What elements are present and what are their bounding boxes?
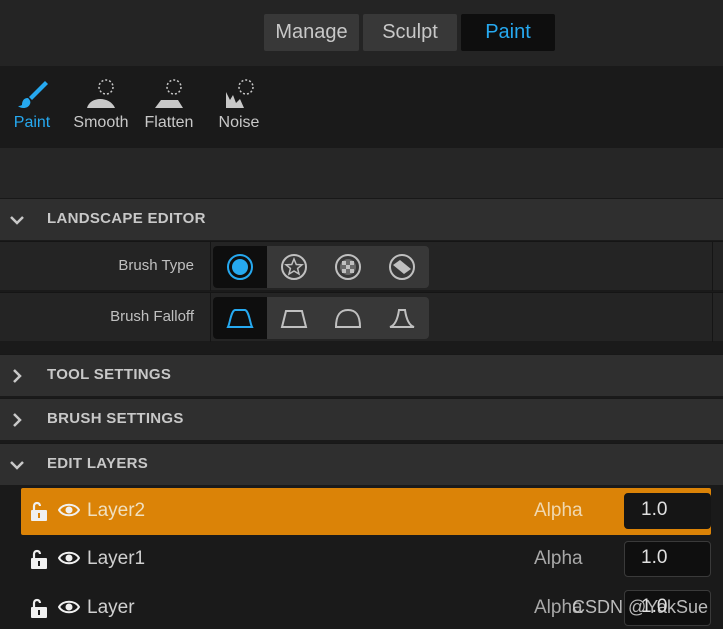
smooth-icon: [87, 79, 115, 108]
tool-smooth[interactable]: Smooth: [66, 78, 136, 140]
section-edit-layers[interactable]: EDIT LAYERS: [0, 443, 723, 485]
tool-label: Paint: [13, 114, 51, 131]
section-tool-settings[interactable]: TOOL SETTINGS: [0, 354, 723, 396]
layer-name: Layer1: [87, 548, 146, 569]
chevron-right-icon: [13, 413, 22, 427]
alpha-brush-icon: [281, 254, 307, 280]
layer-row[interactable]: Layer1 Alpha 1.0: [21, 536, 711, 583]
tab-sculpt[interactable]: Sculpt: [363, 14, 457, 51]
eye-icon[interactable]: [58, 502, 80, 518]
unlock-icon[interactable]: [29, 548, 49, 570]
circle-brush-icon: [227, 254, 253, 280]
paint-brush-icon: [18, 81, 48, 109]
column-divider: [210, 293, 211, 342]
column-divider: [712, 293, 713, 342]
brush-type-pattern-button[interactable]: [321, 246, 375, 288]
tab-paint[interactable]: Paint: [461, 14, 555, 51]
brush-type-circle-button[interactable]: [213, 246, 267, 288]
tool-noise[interactable]: Noise: [204, 78, 274, 140]
mode-bar: Manage Sculpt Paint: [0, 0, 723, 66]
tool-label: Flatten: [144, 114, 194, 131]
column-divider: [210, 242, 211, 291]
brush-type-alpha-button[interactable]: [267, 246, 321, 288]
chevron-down-icon: [10, 461, 24, 470]
unlock-icon[interactable]: [29, 500, 49, 522]
layer-row[interactable]: Layer2 Alpha 1.0: [21, 488, 711, 535]
pattern-brush-icon: [335, 254, 361, 280]
empty-toolbar-area: [0, 148, 723, 198]
watermark: CSDN @YakSue: [572, 597, 708, 617]
alpha-input[interactable]: 1.0: [624, 493, 711, 529]
tool-label: Smooth: [73, 114, 129, 131]
section-brush-settings[interactable]: BRUSH SETTINGS: [0, 398, 723, 440]
chevron-right-icon: [13, 369, 22, 383]
falloff-smooth-button[interactable]: [213, 297, 267, 339]
section-landscape-editor[interactable]: LANDSCAPE EDITOR: [0, 198, 723, 240]
section-title: TOOL SETTINGS: [47, 366, 172, 383]
layer-name: Layer: [87, 597, 135, 618]
tool-paint[interactable]: Paint: [0, 78, 67, 140]
alpha-label: Alpha: [534, 548, 583, 569]
falloff-tip-button[interactable]: [375, 297, 429, 339]
alpha-label: Alpha: [534, 500, 583, 521]
section-title: LANDSCAPE EDITOR: [47, 210, 206, 227]
brush-type-label: Brush Type: [118, 257, 194, 274]
spherical-falloff-icon: [334, 308, 362, 328]
tool-flatten[interactable]: Flatten: [134, 78, 204, 140]
brush-type-component-button[interactable]: [375, 246, 429, 288]
brush-falloff-label: Brush Falloff: [110, 308, 194, 325]
falloff-linear-button[interactable]: [267, 297, 321, 339]
tab-manage[interactable]: Manage: [264, 14, 359, 51]
chevron-down-icon: [10, 216, 24, 225]
tool-label: Noise: [218, 114, 260, 131]
flatten-icon: [155, 79, 183, 108]
smooth-falloff-icon: [226, 309, 254, 328]
linear-falloff-icon: [280, 310, 308, 328]
tip-falloff-icon: [389, 309, 415, 328]
section-title: BRUSH SETTINGS: [47, 410, 184, 427]
brush-type-row: Brush Type: [0, 241, 723, 291]
falloff-spherical-button[interactable]: [321, 297, 375, 339]
unlock-icon[interactable]: [29, 597, 49, 619]
section-title: EDIT LAYERS: [47, 455, 149, 472]
brush-type-selector: [213, 246, 429, 288]
brush-falloff-selector: [213, 297, 429, 339]
tool-strip: Paint Smooth Flatten Noise: [0, 66, 723, 148]
eye-icon[interactable]: [58, 550, 80, 566]
layer-name: Layer2: [87, 500, 146, 521]
alpha-input[interactable]: 1.0: [624, 541, 711, 577]
brush-falloff-row: Brush Falloff: [0, 292, 723, 342]
eye-icon[interactable]: [58, 599, 80, 615]
noise-icon: [226, 79, 254, 108]
component-brush-icon: [389, 254, 415, 280]
column-divider: [712, 242, 713, 291]
